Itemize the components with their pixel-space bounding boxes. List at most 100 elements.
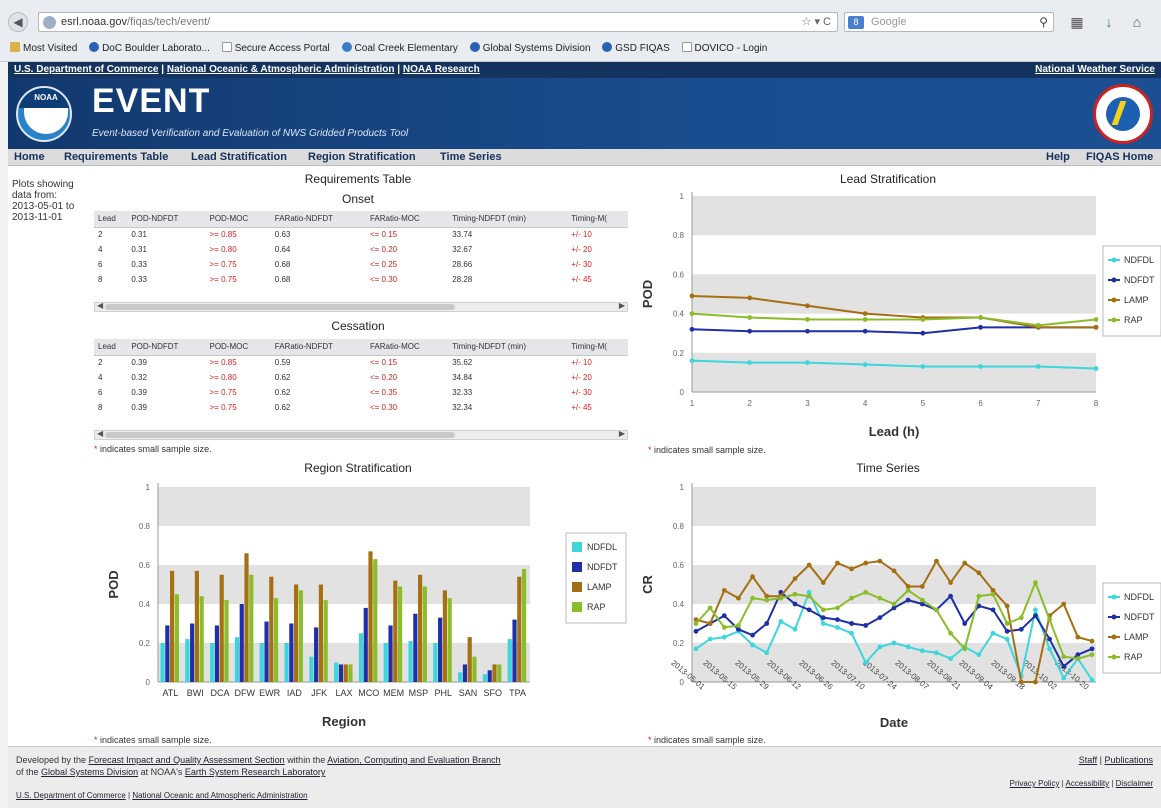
- link-doc[interactable]: U.S. Department of Commerce: [14, 64, 158, 75]
- bar-ndfdt: [165, 625, 170, 682]
- link-disclaimer[interactable]: Disclaimer: [1116, 779, 1153, 788]
- bookmark-star-icon[interactable]: ☆ ▾ C: [802, 13, 831, 31]
- cessation-scrollbar[interactable]: ◀ ▶: [94, 429, 628, 440]
- bar-ndfdt: [289, 623, 294, 682]
- table-cell: 32.67: [452, 245, 473, 254]
- bar-ndfdl: [284, 643, 289, 682]
- bookmark-most-visited[interactable]: Most Visited: [10, 40, 77, 58]
- table-cell: 4: [98, 373, 103, 382]
- date-range-note: Plots showing data from: 2013-05-01 to 2…: [12, 179, 75, 223]
- data-point: [978, 364, 983, 369]
- menu-help[interactable]: Help: [1046, 149, 1070, 166]
- data-point: [1035, 322, 1041, 328]
- url-bar[interactable]: esrl.noaa.gov/fiqas/tech/event/ ☆ ▾ C: [38, 12, 838, 32]
- y-tick-label: 0.8: [673, 522, 685, 531]
- legend-marker: [1111, 277, 1117, 283]
- nws-logo[interactable]: [1093, 84, 1153, 144]
- note-text: indicates small sample size.: [654, 445, 766, 455]
- bookmark-coal-creek[interactable]: Coal Creek Elementary: [341, 40, 458, 58]
- doc-links-bar: U.S. Department of Commerce | National O…: [8, 62, 1161, 78]
- bar-rap: [397, 586, 403, 682]
- link-fiqas[interactable]: Forecast Impact and Quality Assessment S…: [89, 755, 285, 765]
- link-esrl[interactable]: Earth System Research Laboratory: [185, 767, 326, 777]
- menu-region-stratification[interactable]: Region Stratification: [308, 149, 416, 166]
- link-privacy[interactable]: Privacy Policy: [1010, 779, 1060, 788]
- link-acebranch[interactable]: Aviation, Computing and Evaluation Branc…: [327, 755, 500, 765]
- bookmark-dovico[interactable]: DOVICO - Login: [681, 40, 767, 58]
- search-bar[interactable]: 8 Google ⚲: [844, 12, 1054, 32]
- search-icon[interactable]: ⚲: [1039, 13, 1048, 31]
- footer-text: at NOAA's: [140, 767, 183, 777]
- link-staff[interactable]: Staff: [1079, 755, 1097, 765]
- data-point: [1089, 652, 1095, 658]
- menu-home[interactable]: Home: [14, 149, 45, 166]
- table-cell: >= 0.85: [209, 230, 237, 240]
- scroll-thumb[interactable]: [105, 304, 455, 310]
- table-cell: 0.59: [274, 358, 291, 368]
- legend-swatch: [572, 582, 582, 592]
- noaa-icon: [89, 42, 100, 52]
- download-icon[interactable]: ↓: [1098, 12, 1120, 32]
- link-doc-footer[interactable]: U.S. Department of Commerce: [16, 791, 126, 800]
- bar-ndfdt: [388, 625, 393, 682]
- lead-chart-title: Lead Stratification: [839, 172, 937, 186]
- menu-requirements-table[interactable]: Requirements Table: [64, 149, 168, 166]
- small-sample-note: * indicates small sample size.: [648, 735, 766, 745]
- bookmark-secure-access[interactable]: Secure Access Portal: [221, 40, 330, 58]
- data-point: [689, 358, 695, 364]
- link-accessibility[interactable]: Accessibility: [1066, 779, 1110, 788]
- legend-swatch: [572, 562, 582, 572]
- scroll-right-icon[interactable]: ▶: [619, 429, 625, 438]
- footer-text: Developed by the: [16, 755, 87, 765]
- folder-icon: [10, 42, 20, 52]
- data-point: [891, 640, 897, 646]
- noaa-icon: [469, 42, 480, 52]
- bookmark-doc-boulder[interactable]: DoC Boulder Laborato...: [89, 40, 210, 58]
- bookmark-gsd-fiqas[interactable]: GSD FIQAS: [602, 40, 670, 58]
- table-cell: 0.32: [131, 373, 147, 382]
- onset-scrollbar[interactable]: ◀ ▶: [94, 301, 628, 312]
- data-point: [747, 328, 753, 334]
- data-point: [693, 621, 699, 626]
- table-cell: 0.39: [131, 403, 147, 412]
- bookmark-gsd[interactable]: Global Systems Division: [469, 40, 591, 58]
- data-point: [934, 650, 939, 656]
- scroll-thumb[interactable]: [105, 432, 455, 438]
- y-tick-label: 0.2: [673, 349, 685, 358]
- address-row: ◀ esrl.noaa.gov/fiqas/tech/event/ ☆ ▾ C …: [8, 10, 1158, 34]
- legend-label: RAP: [1124, 315, 1143, 325]
- cessation-title: Cessation: [331, 319, 385, 333]
- link-noaa-footer[interactable]: National Oceanic and Atmospheric Adminis…: [132, 791, 307, 800]
- table-row: 2 0.31 >= 0.85 0.63 <= 0.15 33.74 +/- 10: [94, 227, 628, 242]
- link-gsd[interactable]: Global Systems Division: [41, 767, 138, 777]
- bar-lamp: [368, 551, 373, 682]
- data-point: [764, 621, 770, 626]
- data-point: [750, 595, 755, 601]
- y-tick-label: 0.4: [673, 310, 685, 319]
- link-nws[interactable]: National Weather Service: [1035, 62, 1155, 78]
- link-noaa[interactable]: National Oceanic & Atmospheric Administr…: [167, 64, 395, 75]
- link-noaa-research[interactable]: NOAA Research: [403, 64, 480, 75]
- table-header-row: Lead POD-NDFDT POD-MOC FARatio-NDFDT FARatio…: [94, 211, 628, 228]
- link-publications[interactable]: Publications: [1104, 755, 1153, 765]
- scroll-right-icon[interactable]: ▶: [619, 301, 625, 310]
- data-point: [849, 630, 854, 636]
- footer: Developed by the Forecast Impact and Qua…: [8, 746, 1161, 808]
- bar-rap: [224, 600, 229, 682]
- back-arrow-icon[interactable]: ◀: [8, 12, 28, 32]
- data-point: [962, 560, 968, 566]
- menu-fiqas-home[interactable]: FIQAS Home: [1086, 149, 1153, 166]
- page-menu-icon[interactable]: ▦: [1066, 12, 1088, 32]
- home-icon[interactable]: ⌂: [1126, 12, 1148, 32]
- scroll-left-icon[interactable]: ◀: [97, 429, 103, 438]
- menu-lead-stratification[interactable]: Lead Stratification: [191, 149, 287, 166]
- bar-ndfdl: [507, 639, 512, 682]
- menu-time-series[interactable]: Time Series: [440, 149, 502, 166]
- data-point: [877, 595, 883, 601]
- scroll-left-icon[interactable]: ◀: [97, 301, 103, 310]
- bookmark-label: Most Visited: [23, 43, 78, 54]
- noaa-logo[interactable]: NOAA: [16, 86, 72, 142]
- table-cell: 0.33: [131, 275, 147, 284]
- globe-icon: [43, 16, 56, 29]
- data-point: [891, 601, 897, 607]
